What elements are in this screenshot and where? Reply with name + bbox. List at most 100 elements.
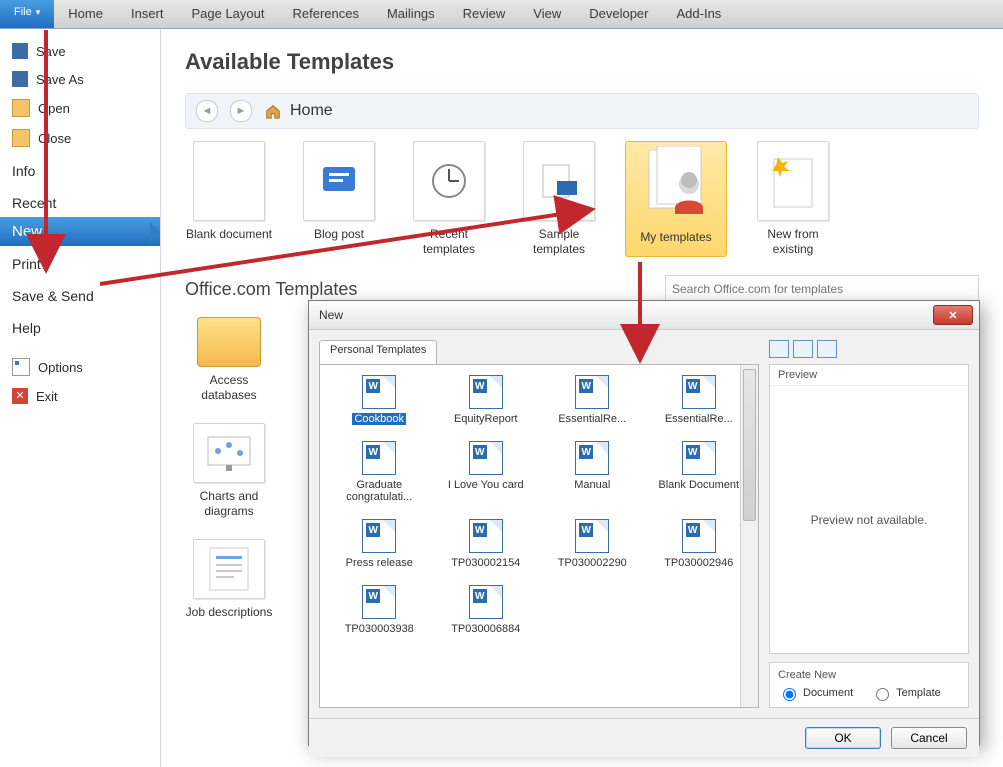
sidebar-item-help[interactable]: Help — [0, 310, 160, 342]
template-my-templates[interactable]: My templates — [625, 141, 727, 257]
ok-button[interactable]: OK — [805, 727, 881, 749]
sidebar-item-recent[interactable]: Recent — [0, 185, 160, 217]
template-blank-document[interactable]: Blank document — [185, 141, 273, 257]
sidebar-item-close[interactable]: Close — [0, 123, 160, 153]
file-label: TP030006884 — [451, 623, 520, 635]
sidebar-item-exit[interactable]: ✕ Exit — [0, 382, 160, 410]
preview-label: Preview — [770, 365, 968, 386]
file-label: EquityReport — [454, 413, 518, 425]
sidebar-item-options[interactable]: Options — [0, 352, 160, 382]
dialog-close-button[interactable]: ✕ — [933, 305, 973, 325]
template-file[interactable]: Blank Document — [650, 441, 749, 503]
template-file[interactable]: TP030002290 — [543, 519, 642, 569]
office-templates-col: Access databases Charts and diagrams Job… — [185, 317, 295, 620]
sidebar-item-save[interactable]: Save — [0, 37, 160, 65]
word-file-icon — [469, 375, 503, 409]
view-details-button[interactable] — [817, 340, 837, 358]
new-from-existing-icon — [757, 141, 829, 221]
breadcrumb-home[interactable]: Home — [264, 102, 333, 120]
office-templates-header: Office.com Templates — [185, 275, 979, 303]
view-large-icons-button[interactable] — [769, 340, 789, 358]
radio-document[interactable]: Document — [778, 685, 853, 701]
options-icon — [12, 358, 30, 376]
search-input[interactable] — [665, 275, 979, 303]
ribbon-tab-view[interactable]: View — [519, 0, 575, 28]
folder-icon — [197, 317, 261, 367]
ribbon-tab-mailings[interactable]: Mailings — [373, 0, 449, 28]
nav-forward-button[interactable]: ► — [230, 100, 252, 122]
create-new-legend: Create New — [778, 669, 960, 681]
close-icon — [12, 129, 30, 147]
template-file[interactable]: TP030006884 — [437, 585, 536, 635]
sidebar-label: New — [12, 223, 42, 240]
ribbon-tab-insert[interactable]: Insert — [117, 0, 178, 28]
tab-personal-templates[interactable]: Personal Templates — [319, 340, 437, 364]
sidebar-item-save-send[interactable]: Save & Send — [0, 278, 160, 310]
new-dialog: New ✕ Personal Templates Cookbook EquityR… — [308, 300, 980, 746]
file-label: EssentialRe... — [558, 413, 626, 425]
radio-template[interactable]: Template — [871, 685, 941, 701]
ribbon-tab-file[interactable]: File — [0, 0, 54, 28]
view-list-button[interactable] — [793, 340, 813, 358]
sidebar-item-new[interactable]: New — [0, 217, 160, 246]
charts-icon — [193, 423, 265, 483]
template-file[interactable]: TP030002946 — [650, 519, 749, 569]
ribbon-tabs: File Home Insert Page Layout References … — [0, 0, 1003, 29]
template-file[interactable]: TP030002154 — [437, 519, 536, 569]
template-recent[interactable]: Recent templates — [405, 141, 493, 257]
cancel-button[interactable]: Cancel — [891, 727, 967, 749]
file-label: Graduate congratulati... — [346, 479, 412, 503]
job-desc-icon — [193, 539, 265, 599]
dialog-tabstrip: Personal Templates — [319, 340, 759, 364]
scrollbar-thumb[interactable] — [743, 369, 756, 521]
preview-body: Preview not available. — [770, 386, 968, 653]
file-label: TP030003938 — [345, 623, 414, 635]
template-file[interactable]: Press release — [330, 519, 429, 569]
office-item-access-db[interactable]: Access databases — [185, 317, 273, 403]
template-file[interactable]: Manual — [543, 441, 642, 503]
template-file[interactable]: Graduate congratulati... — [330, 441, 429, 503]
sidebar-label: Exit — [36, 389, 58, 404]
template-file[interactable]: EssentialRe... — [650, 375, 749, 425]
template-file[interactable]: EquityReport — [437, 375, 536, 425]
exit-icon: ✕ — [12, 388, 28, 404]
word-file-icon — [682, 519, 716, 553]
ribbon-tab-references[interactable]: References — [278, 0, 372, 28]
template-blog-post[interactable]: Blog post — [295, 141, 383, 257]
template-file[interactable]: EssentialRe... — [543, 375, 642, 425]
ribbon-tab-addins[interactable]: Add-Ins — [663, 0, 736, 28]
office-item-job[interactable]: Job descriptions — [185, 539, 273, 620]
template-file[interactable]: I Love You card — [437, 441, 536, 503]
sidebar-item-info[interactable]: Info — [0, 153, 160, 185]
radio-document-input[interactable] — [783, 688, 796, 701]
sidebar-item-save-as[interactable]: Save As — [0, 65, 160, 93]
word-file-icon — [575, 375, 609, 409]
file-label: TP030002154 — [451, 557, 520, 569]
template-new-from-existing[interactable]: New from existing — [749, 141, 837, 257]
word-file-icon — [362, 441, 396, 475]
template-sample[interactable]: Sample templates — [515, 141, 603, 257]
create-new-group: Create New Document Template — [769, 662, 969, 708]
radio-template-input[interactable] — [876, 688, 889, 701]
template-file[interactable]: TP030003938 — [330, 585, 429, 635]
file-label: EssentialRe... — [665, 413, 733, 425]
blog-post-icon — [303, 141, 375, 221]
template-file[interactable]: Cookbook — [330, 375, 429, 425]
ribbon-tab-review[interactable]: Review — [449, 0, 520, 28]
file-label: Manual — [574, 479, 610, 491]
sidebar-item-open[interactable]: Open — [0, 93, 160, 123]
page-title: Available Templates — [185, 49, 979, 75]
office-item-charts[interactable]: Charts and diagrams — [185, 423, 273, 519]
ribbon-tab-page-layout[interactable]: Page Layout — [177, 0, 278, 28]
sidebar-item-print[interactable]: Print — [0, 246, 160, 278]
ribbon-tab-developer[interactable]: Developer — [575, 0, 662, 28]
ribbon-tab-home[interactable]: Home — [54, 0, 117, 28]
template-row: Blank document Blog post Recent template… — [185, 141, 979, 257]
dialog-titlebar: New ✕ — [309, 301, 979, 330]
sample-templates-icon — [523, 141, 595, 221]
home-icon — [264, 102, 282, 120]
word-file-icon — [575, 519, 609, 553]
sidebar-label: Close — [38, 131, 71, 146]
list-scrollbar[interactable] — [740, 365, 758, 707]
nav-back-button[interactable]: ◄ — [196, 100, 218, 122]
